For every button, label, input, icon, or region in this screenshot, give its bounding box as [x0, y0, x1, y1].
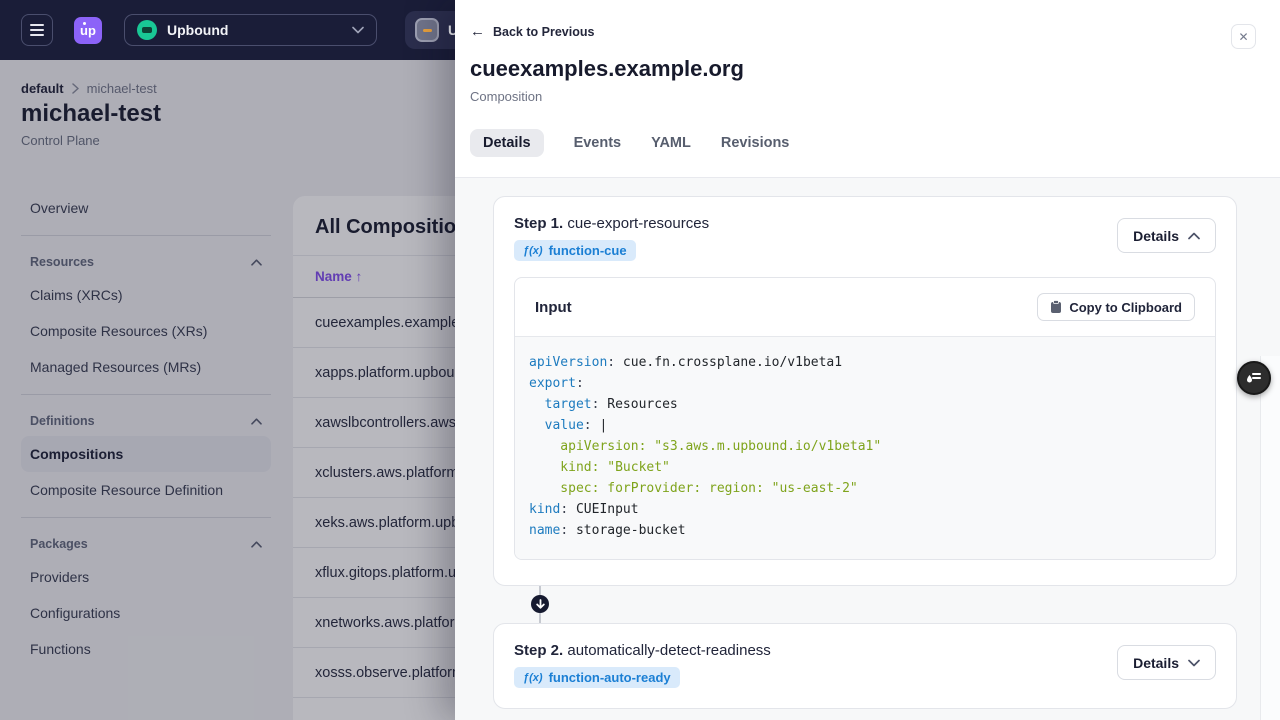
arrow-down-circle-icon: [531, 595, 549, 613]
function-badge: ƒ(x) function-cue: [514, 240, 636, 261]
code-line: apiVersion: cue.fn.crossplane.io/v1beta1: [529, 355, 843, 370]
panel-title: cueexamples.example.org: [470, 56, 744, 81]
code-line: kind: CUEInput: [529, 502, 639, 517]
logo-text: up: [80, 22, 96, 38]
function-icon: ƒ(x): [523, 244, 543, 257]
chevron-up-icon: [1188, 232, 1200, 239]
pipeline-step-1-card: Step 1. cue-export-resources ƒ(x) functi…: [493, 196, 1237, 586]
code-line: name: storage-bucket: [529, 523, 686, 538]
yaml-input-code-block: apiVersion: cue.fn.crossplane.io/v1beta1…: [515, 336, 1215, 559]
org-avatar-icon: [137, 20, 157, 40]
menu-button[interactable]: [21, 14, 53, 46]
back-to-previous-link[interactable]: ← Back to Previous: [470, 24, 594, 39]
tab-events[interactable]: Events: [574, 129, 622, 157]
upbound-logo[interactable]: up: [74, 16, 102, 44]
back-arrow-icon: ←: [470, 23, 485, 40]
step-1-header: Step 1. cue-export-resources ƒ(x) functi…: [494, 197, 1236, 281]
tab-details[interactable]: Details: [470, 129, 544, 157]
close-button[interactable]: ✕: [1231, 24, 1256, 49]
input-card-header: Input Copy to Clipboard: [515, 278, 1215, 336]
tab-revisions[interactable]: Revisions: [721, 129, 790, 157]
step-2-header: Step 2. automatically-detect-readiness ƒ…: [494, 624, 1236, 708]
step-2-title: Step 2. automatically-detect-readiness: [514, 642, 771, 659]
panel-content: Step 1. cue-export-resources ƒ(x) functi…: [455, 178, 1280, 720]
tab-yaml[interactable]: YAML: [651, 129, 691, 157]
input-title: Input: [535, 298, 572, 316]
pipeline-step-2-card: Step 2. automatically-detect-readiness ƒ…: [493, 623, 1237, 709]
step-2-details-button[interactable]: Details: [1117, 645, 1216, 680]
input-card: Input Copy to Clipboard apiVersion: cue.…: [514, 277, 1216, 560]
resource-type-label: Composition: [470, 89, 543, 104]
chevron-down-icon: [352, 26, 364, 34]
code-line: value: |: [544, 418, 608, 433]
screen: up Upbound U default michael-test michae…: [0, 0, 1280, 720]
account-avatar: [415, 18, 439, 42]
logo-dot: [83, 21, 86, 25]
panel-header: ← Back to Previous cueexamples.example.o…: [455, 0, 1280, 178]
feedback-icon: [1247, 373, 1261, 383]
scrollbar-gutter[interactable]: [1260, 356, 1280, 720]
code-line: apiVersion: "s3.aws.m.upbound.io/v1beta1…: [529, 439, 882, 454]
copy-to-clipboard-button[interactable]: Copy to Clipboard: [1037, 293, 1195, 321]
code-line: kind: "Bucket": [529, 460, 670, 475]
tab-bar: Details Events YAML Revisions: [470, 129, 1256, 157]
pipeline-connector: [493, 586, 1237, 623]
org-selector-label: Upbound: [167, 22, 229, 38]
close-icon: ✕: [1238, 29, 1249, 44]
step-1-details-button[interactable]: Details: [1117, 218, 1216, 253]
clipboard-icon: [1051, 300, 1062, 313]
feedback-widget-button[interactable]: [1237, 361, 1271, 395]
composition-detail-panel: ← Back to Previous cueexamples.example.o…: [455, 0, 1280, 720]
code-line: spec: forProvider: region: "us-east-2": [529, 481, 858, 496]
function-icon: ƒ(x): [523, 671, 543, 684]
function-badge: ƒ(x) function-auto-ready: [514, 667, 680, 688]
code-line: export:: [529, 376, 584, 391]
chevron-down-icon: [1188, 659, 1200, 666]
step-1-title: Step 1. cue-export-resources: [514, 215, 710, 232]
org-selector-dropdown[interactable]: Upbound: [124, 14, 377, 46]
hamburger-icon: [30, 24, 44, 26]
code-line: target: Resources: [544, 397, 678, 412]
